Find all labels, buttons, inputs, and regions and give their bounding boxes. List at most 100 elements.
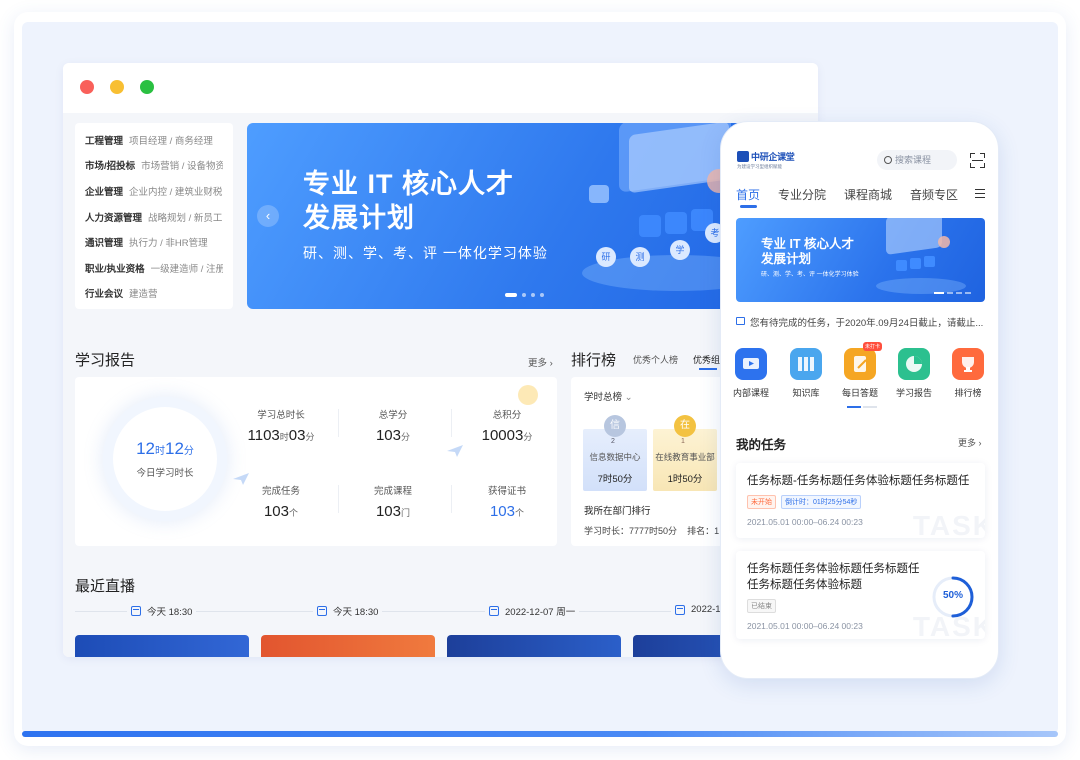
ranking-filter-dropdown[interactable]: 学时总榜 ⌄ (584, 389, 633, 403)
browser-window: 工程管理 项目经理 / 商务经理 市场/招投标 市场营销 / 设备物资 企业管理 企业… (63, 63, 818, 657)
dept-study-time: 学习时长：7777时50分 排名：1 (584, 526, 720, 536)
banner-dot[interactable] (522, 293, 526, 297)
live-time-item[interactable]: 今天 18:30 (127, 604, 197, 618)
live-thumbnail[interactable] (261, 635, 435, 657)
live-thumbnail[interactable] (447, 635, 621, 657)
silver-medal-icon: 信 (604, 415, 626, 437)
scan-icon[interactable] (970, 153, 985, 168)
search-input[interactable]: 搜索课程 (877, 150, 957, 170)
banner-prev-button[interactable]: ‹ (257, 205, 279, 227)
banner-dot[interactable] (934, 292, 944, 294)
category-item[interactable]: 工程管理 项目经理 / 商务经理 (85, 127, 223, 153)
web-content: 工程管理 项目经理 / 商务经理 市场/招投标 市场营销 / 设备物资 企业管理 企业… (63, 113, 818, 657)
category-menu: 工程管理 项目经理 / 商务经理 市场/招投标 市场营销 / 设备物资 企业管理 企业… (75, 123, 233, 309)
banner-dot[interactable] (956, 292, 962, 294)
report-card: 12时12分 今日学习时长 学习总时长 1103时03分 总学分 103分 总积分 1… (75, 377, 557, 546)
task-card[interactable]: TASK 任务标题任务体验标题任务标题任 任务标题任务体验标题 已结束 2021… (736, 551, 985, 639)
tab-audio[interactable]: 音频专区 (910, 186, 958, 203)
trophy-icon (952, 348, 984, 380)
report-more-link[interactable]: 更多 › (528, 355, 553, 369)
divider (338, 409, 339, 437)
phone-banner[interactable]: 专业 IT 核心人才 发展计划 研、测、学、考、评 一体化学习体验 (736, 218, 985, 302)
window-titlebar (63, 63, 818, 113)
close-window-button[interactable] (80, 80, 94, 94)
live-time-item[interactable]: 2022-1 (671, 604, 725, 615)
chevron-right-icon: › (978, 438, 982, 448)
dept-rank-title: 我所在部门排行 (584, 506, 651, 517)
tasks-more-link[interactable]: 更多 › (958, 436, 982, 449)
rank-number: 2 (611, 438, 615, 445)
stat-total-hours: 学习总时长 1103时03分 (247, 410, 315, 444)
logo-mark-icon (737, 151, 749, 162)
search-icon (884, 156, 892, 164)
category-item[interactable]: 职业/执业资格一级建造师 / 注册... (85, 255, 223, 281)
stat-total-credits: 总学分 103分 (375, 410, 411, 444)
category-item[interactable]: 企业管理 企业内控 / 建筑业财税 (85, 178, 223, 204)
stat-completed-courses: 完成课程 103门 (373, 486, 412, 520)
stat-total-points: 总积分 10003分 (481, 410, 533, 444)
stat-certificates: 获得证书 103个 (487, 486, 526, 520)
rank-number: 1 (681, 438, 685, 445)
phone-banner-subtitle: 研、测、学、考、评 一体化学习体验 (761, 272, 859, 278)
banner-dot[interactable] (505, 293, 517, 297)
ranking-section-title: 排行榜 (571, 352, 617, 369)
banner-dot[interactable] (531, 293, 535, 297)
ranking-card-2[interactable]: 信 2 信息数据中心 7时50分 (583, 415, 647, 491)
calendar-icon (131, 606, 141, 616)
category-item[interactable]: 通识管理 执行力 / 非HR管理 (85, 229, 223, 255)
entry-internal-courses[interactable]: 内部课程 (726, 348, 776, 399)
tab-course-mall[interactable]: 课程商城 (844, 186, 892, 203)
chevron-down-icon: ⌄ (624, 392, 633, 403)
video-icon (735, 348, 767, 380)
divider (451, 409, 452, 437)
speaker-icon (736, 317, 745, 325)
minimize-window-button[interactable] (110, 80, 124, 94)
task-watermark: TASK (912, 510, 985, 538)
menu-icon[interactable] (975, 189, 985, 198)
today-study-circle: 12时12分 今日学习时长 (113, 407, 217, 511)
banner-title: 专业 IT 核心人才 发展计划 (303, 169, 514, 233)
calendar-icon (675, 604, 685, 615)
entry-daily-quiz[interactable]: 未打卡 每日答题 (835, 342, 885, 399)
my-tasks-title: 我的任务 (736, 438, 787, 452)
entry-knowledge-base[interactable]: 知识库 (781, 348, 831, 399)
gold-medal-icon: 在 (674, 415, 696, 437)
phone-nav-tabs: 首页 专业分院 课程商城 音频专区 (736, 186, 958, 203)
stat-completed-tasks: 完成任务 103个 (261, 486, 300, 520)
app-logo: 中研企课堂 为建设学习型组织赋能 (737, 151, 795, 169)
progress-value: 50% (942, 590, 963, 601)
ranking-card-1[interactable]: 在 1 在线教育事业部 1时50分 (653, 415, 717, 491)
banner-pagination[interactable] (505, 293, 544, 297)
live-thumbnail[interactable] (75, 635, 249, 657)
accent-bar (22, 731, 1058, 737)
category-item[interactable]: 人力资源管理 战略规划 / 新员工... (85, 204, 223, 230)
sun-icon (518, 385, 538, 405)
banner-dot[interactable] (947, 292, 953, 294)
entry-leaderboard[interactable]: 排行榜 (943, 348, 993, 399)
report-section-title: 学习报告 (75, 352, 136, 369)
pie-chart-icon (898, 348, 930, 380)
maximize-window-button[interactable] (140, 80, 154, 94)
live-time-item[interactable]: 2022-12-07 周一 (485, 604, 580, 618)
tab-indicator (740, 205, 757, 208)
category-item[interactable]: 行业会议 建造营 (85, 281, 223, 307)
phone-banner-title: 专业 IT 核心人才 发展计划 (761, 237, 855, 266)
tab-departments[interactable]: 专业分院 (778, 186, 826, 203)
phone-banner-pagination[interactable] (934, 292, 971, 294)
task-card[interactable]: TASK 任务标题-任务标题任务体验标题任务标题任 未开始 倒计时：01时25分… (736, 463, 985, 538)
tab-individual-ranking[interactable]: 优秀个人榜 (633, 353, 678, 366)
progress-ring: 50% (931, 575, 975, 619)
entry-study-report[interactable]: 学习报告 (889, 348, 939, 399)
live-time-item[interactable]: 今天 18:30 (313, 604, 383, 618)
notice-bar[interactable]: 您有待完成的任务，于2020年.09月24日截止，请截止... (736, 315, 988, 329)
status-badge: 未开始 (747, 495, 776, 509)
banner-bubble: 学 (670, 240, 690, 260)
status-badge: 已结束 (747, 599, 776, 613)
unchecked-badge: 未打卡 (862, 342, 882, 351)
category-item[interactable]: 市场/招投标 市场营销 / 设备物资 (85, 153, 223, 179)
books-icon (790, 348, 822, 380)
banner-dot[interactable] (540, 293, 544, 297)
banner-dot[interactable] (965, 292, 971, 294)
pencil-icon: 未打卡 (844, 342, 882, 380)
tab-home[interactable]: 首页 (736, 186, 760, 203)
